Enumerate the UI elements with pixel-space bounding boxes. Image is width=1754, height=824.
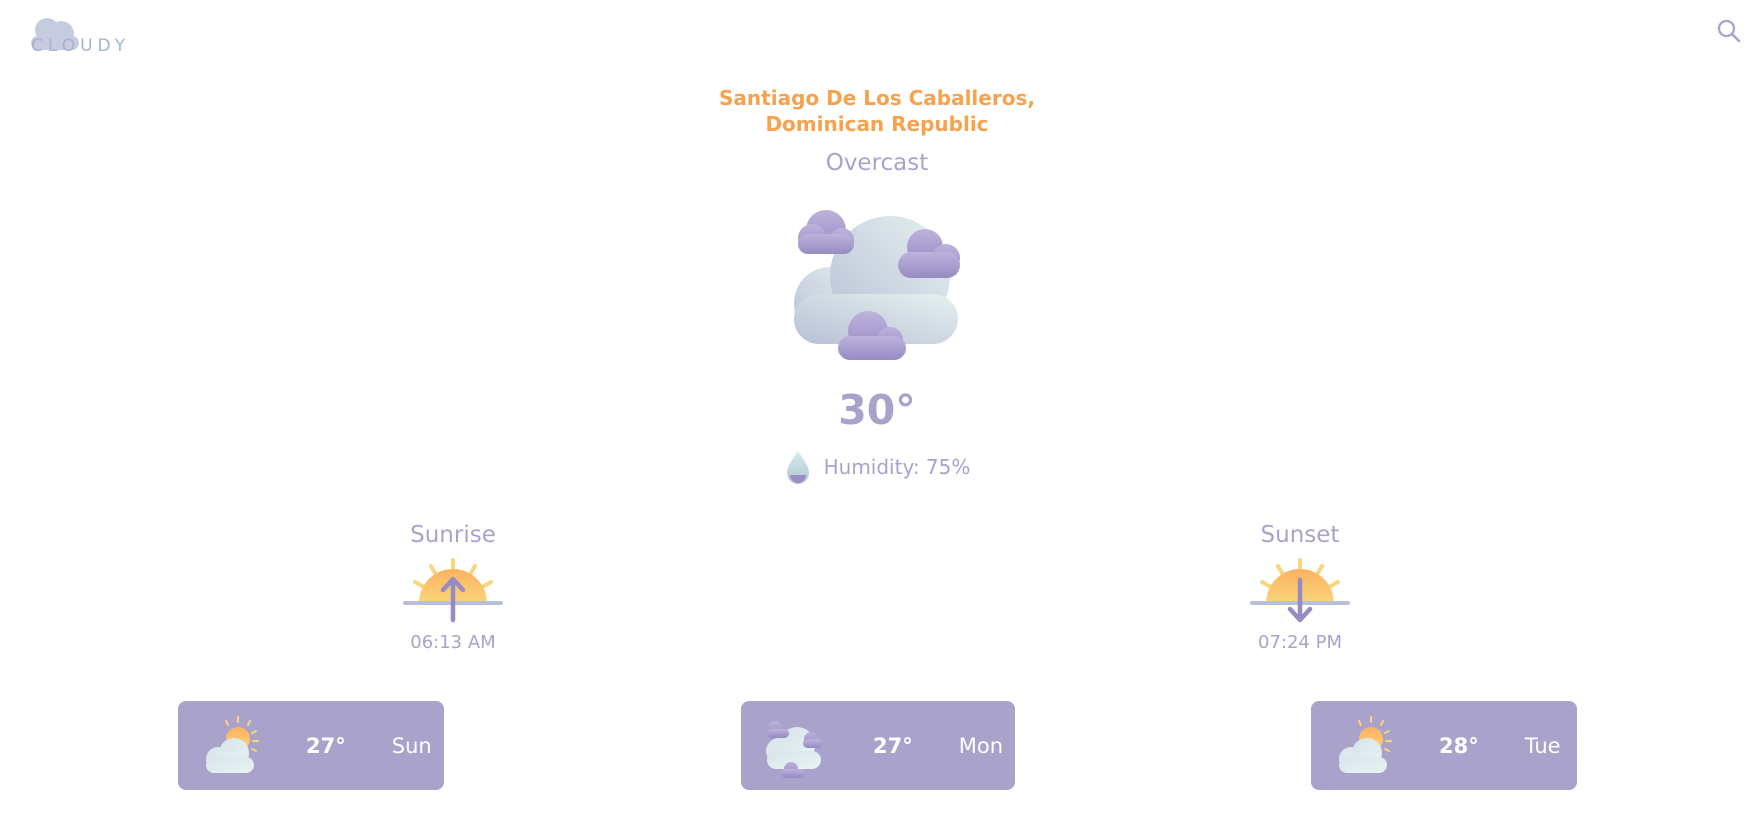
forecast-day: Tue: [1524, 733, 1561, 758]
overcast-clouds-icon: [766, 720, 823, 778]
forecast-temp: 27°: [306, 733, 346, 758]
partly-cloudy-icon: [206, 715, 259, 773]
sunset-time: 07:24 PM: [1258, 632, 1342, 653]
logo-text: CLOUDY: [31, 36, 131, 56]
current-temperature: 30°: [838, 386, 916, 434]
forecast-temp: 27°: [873, 733, 913, 758]
humidity-label: Humidity: 75%: [823, 455, 971, 479]
water-drop-icon: [786, 451, 809, 484]
partly-cloudy-icon: [1339, 715, 1392, 773]
location-name: Santiago De Los Caballeros, Dominican Re…: [0, 85, 1754, 137]
forecast-card-sun[interactable]: 27° Sun: [178, 701, 444, 790]
app-logo[interactable]: CLOUDY: [28, 12, 138, 56]
sunrise-title: Sunrise: [410, 522, 496, 548]
forecast-temp: 28°: [1439, 733, 1479, 758]
humidity-row: Humidity: 75%: [0, 451, 1754, 484]
forecast-day: Mon: [958, 733, 1004, 758]
search-button[interactable]: [1716, 18, 1742, 44]
forecast-day: Sun: [391, 733, 432, 758]
weather-condition: Overcast: [825, 150, 929, 176]
sunrise-time: 06:13 AM: [410, 632, 496, 653]
location-city: Santiago De Los Caballeros,: [719, 86, 1035, 110]
sunset-title: Sunset: [1260, 522, 1340, 548]
sunset-icon: [1250, 558, 1350, 623]
sunrise-panel: Sunrise 06:13 AM: [353, 522, 553, 653]
forecast-card-tue[interactable]: 28° Tue: [1311, 701, 1577, 790]
sunrise-icon: [403, 558, 503, 623]
overcast-clouds-icon: [782, 200, 968, 370]
search-icon: [1717, 19, 1741, 43]
sunset-panel: Sunset 07:24 PM: [1200, 522, 1400, 653]
location-country: Dominican Republic: [765, 112, 989, 136]
forecast-card-mon[interactable]: 27° Mon: [741, 701, 1015, 790]
